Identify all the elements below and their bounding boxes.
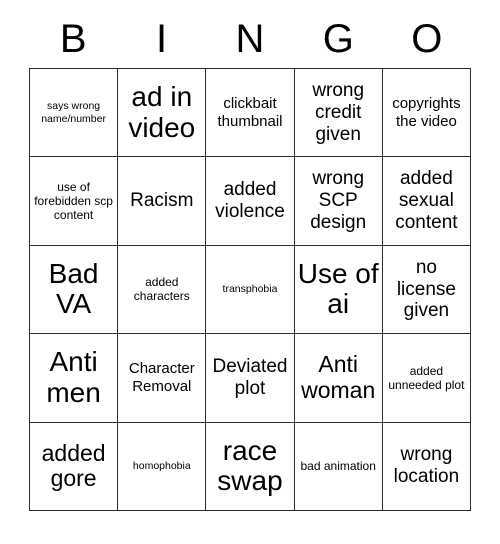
bingo-cell-r2c2[interactable]: Racism <box>118 157 207 246</box>
bingo-cell-r2c3[interactable]: added violence <box>206 157 295 246</box>
bingo-cell-r4c1[interactable]: Anti men <box>30 334 119 423</box>
bingo-header-letter-o: O <box>411 17 443 61</box>
bingo-cell-r5c5[interactable]: wrong location <box>382 422 471 511</box>
bingo-header-letter-n: N <box>235 17 265 61</box>
bingo-cell-r1c5[interactable]: copyrights the video <box>382 69 471 158</box>
bingo-cell-r3c3[interactable]: transphobia <box>206 245 295 335</box>
bingo-cell-r2c5[interactable]: added sexual content <box>382 157 471 246</box>
bingo-cell-r5c4[interactable]: bad animation <box>294 422 383 511</box>
bingo-header-letter-b: B <box>59 17 87 61</box>
bingo-grid: says wrong name/number ad in video clickba… <box>29 68 471 511</box>
bingo-header-letter-i: I <box>156 17 168 61</box>
bingo-cell-r1c4[interactable]: wrong credit given <box>294 69 383 158</box>
bingo-cell-r4c4[interactable]: Anti woman <box>294 334 383 423</box>
bingo-cell-r1c2[interactable]: ad in video <box>118 69 207 158</box>
bingo-cell-r3c2[interactable]: added characters <box>118 245 207 335</box>
bingo-cell-r4c5[interactable]: added unneeded plot <box>382 334 471 423</box>
bingo-cell-r3c4[interactable]: Use of ai <box>294 245 383 335</box>
bingo-cell-r4c3[interactable]: Deviated plot <box>206 334 295 423</box>
bingo-cell-r2c4[interactable]: wrong SCP design <box>294 157 383 246</box>
bingo-cell-r2c1[interactable]: use of forebidden scp content <box>30 157 119 246</box>
bingo-cell-r3c1[interactable]: Bad VA <box>30 245 119 335</box>
bingo-cell-r4c2[interactable]: Character Removal <box>118 334 207 423</box>
bingo-cell-r3c5[interactable]: no license given <box>382 245 471 335</box>
bingo-cell-r5c3[interactable]: race swap <box>206 422 295 511</box>
bingo-header-letter-g: G <box>322 17 354 61</box>
bingo-cell-r1c1[interactable]: says wrong name/number <box>30 69 119 158</box>
bingo-card: B I N G O says wrong name/number ad in vi… <box>29 10 471 514</box>
bingo-cell-r5c2[interactable]: homophobia <box>118 422 207 511</box>
bingo-cell-r5c1[interactable]: added gore <box>30 422 119 511</box>
bingo-header-row: B I N G O <box>29 10 471 68</box>
bingo-cell-r1c3[interactable]: clickbait thumbnail <box>206 69 295 158</box>
